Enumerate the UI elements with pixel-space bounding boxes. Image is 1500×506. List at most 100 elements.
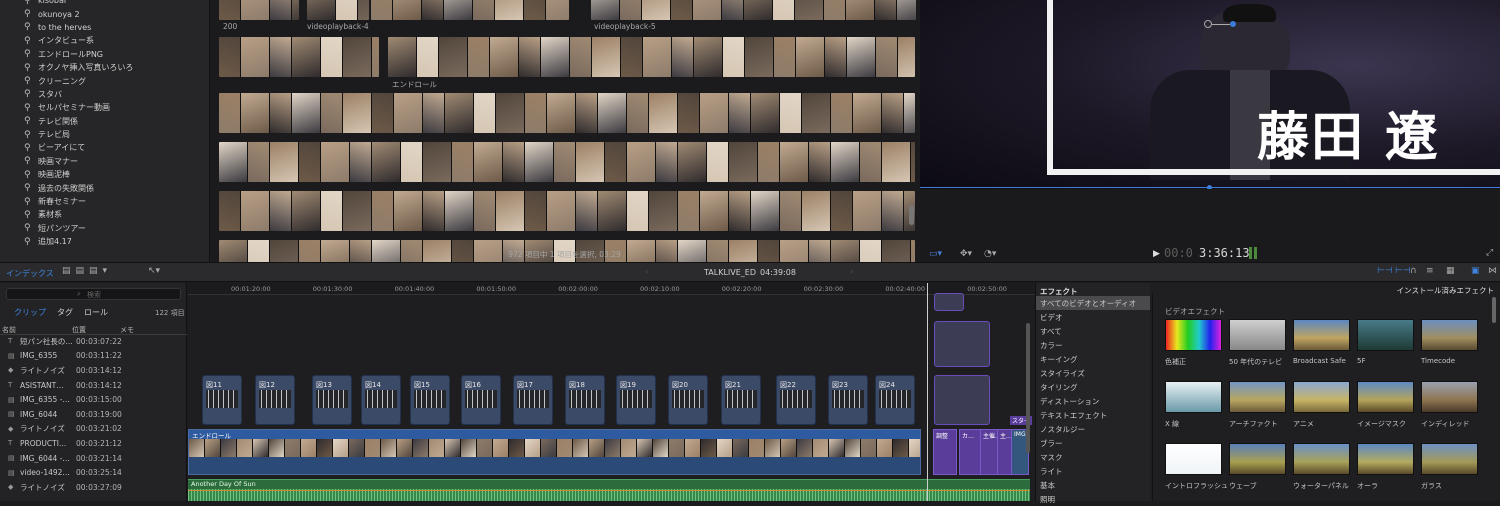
tab-clips[interactable]: クリップ	[14, 307, 46, 318]
index-row[interactable]: ◆ ライトノイズ 00:03:14:12	[0, 363, 187, 378]
stacked-clip[interactable]	[934, 375, 990, 425]
index-search-input[interactable]: ⌕ 検索	[6, 288, 181, 300]
speed-icon[interactable]: ◔▾	[984, 249, 996, 259]
clip-appearance-icons[interactable]: ▤▤▤▾	[62, 266, 112, 276]
title-clip[interactable]: 調整	[933, 429, 957, 475]
connected-clip[interactable]: 図17	[513, 375, 553, 425]
effect-tile[interactable]: イントロフラッシュ	[1165, 443, 1228, 491]
history-forward-icon[interactable]: ›	[850, 267, 853, 276]
effect-tile[interactable]: オーラ	[1357, 443, 1414, 491]
library-event-item[interactable]: ⚲ 映画泥棒	[0, 168, 209, 181]
filmstrip[interactable]	[219, 0, 299, 20]
storyline-clip[interactable]: エンドロール	[188, 429, 921, 475]
timeline-scrollbar[interactable]	[1026, 323, 1030, 453]
library-event-item[interactable]: ⚲ 映画マナー	[0, 155, 209, 168]
library-event-item[interactable]: ⚲ スタバ	[0, 88, 209, 101]
select-tool-icon[interactable]: ↖▾	[148, 266, 160, 276]
skimming-icon[interactable]: ⊢⊣	[1377, 266, 1393, 276]
library-event-item[interactable]: ⚲ テレビ関係	[0, 115, 209, 128]
library-event-item[interactable]: ⚲ 追加4.17	[0, 235, 209, 248]
effect-category[interactable]: カラー	[1036, 338, 1150, 352]
effect-category[interactable]: テキストエフェクト	[1036, 408, 1150, 422]
library-event-item[interactable]: ⚲ okunoya 2	[0, 7, 209, 20]
play-icon[interactable]: ▶	[1153, 249, 1160, 259]
effect-category[interactable]: タイリング	[1036, 380, 1150, 394]
connected-clip[interactable]: 図22	[776, 375, 816, 425]
connected-clip[interactable]: 図20	[668, 375, 708, 425]
effect-tile[interactable]: ウォーターパネル	[1293, 443, 1350, 491]
effect-tile[interactable]: 色補正	[1165, 319, 1222, 367]
library-event-item[interactable]: ⚲ 新春セミナー	[0, 195, 209, 208]
transform-anchor[interactable]	[1230, 21, 1236, 27]
index-row[interactable]: ◆ ライトノイズ 00:03:27:09	[0, 480, 187, 495]
connected-clip[interactable]: 図24	[875, 375, 915, 425]
library-event-item[interactable]: ⚲ 短パンツアー	[0, 222, 209, 235]
index-row[interactable]: ◆ ライトノイズ 00:03:21:02	[0, 422, 187, 437]
effect-category[interactable]: キーイング	[1036, 352, 1150, 366]
connected-clip[interactable]: 図18	[565, 375, 605, 425]
history-back-icon[interactable]: ‹	[645, 267, 648, 276]
effect-category[interactable]: 基本	[1036, 478, 1150, 492]
library-event-item[interactable]: ⚲ エンドロールPNG	[0, 48, 209, 61]
connected-clip[interactable]: 図14	[361, 375, 401, 425]
index-row[interactable]: ▤ IMG_6355 -… 00:03:15:00	[0, 392, 187, 407]
filmstrip[interactable]	[219, 191, 915, 231]
effect-category[interactable]: ライト	[1036, 464, 1150, 478]
connected-clip[interactable]: 図21	[721, 375, 761, 425]
filmstrip[interactable]	[371, 0, 569, 20]
snapping-icon[interactable]: ≡	[1426, 266, 1434, 276]
effect-tile[interactable]: Broadcast Safe	[1293, 319, 1350, 365]
effect-tile[interactable]: 50 年代のテレビ	[1229, 319, 1286, 367]
filmstrip[interactable]	[219, 93, 915, 133]
effect-tile[interactable]: 5F	[1357, 319, 1414, 365]
stacked-clip[interactable]	[934, 293, 964, 311]
effect-tile[interactable]: アーチファクト	[1229, 381, 1286, 429]
effect-category[interactable]: ブラー	[1036, 436, 1150, 450]
transform-tool-icon[interactable]: ✥▾	[960, 249, 972, 259]
effect-category[interactable]: マスク	[1036, 450, 1150, 464]
filmstrip[interactable]	[219, 37, 379, 77]
effect-tile[interactable]: X 線	[1165, 381, 1222, 429]
clip-appearance-icon[interactable]: ▦	[1446, 266, 1455, 276]
transitions-icon[interactable]: ⋈	[1488, 266, 1497, 276]
effects-browser-icon[interactable]: ▣	[1471, 266, 1480, 276]
index-row[interactable]: T ASISTANT… 00:03:14:12	[0, 378, 187, 393]
connected-clip[interactable]: 図13	[312, 375, 352, 425]
index-row[interactable]: T PRODUCTI… 00:03:21:12	[0, 436, 187, 451]
index-row[interactable]: ▤ IMG_6044 00:03:19:00	[0, 407, 187, 422]
stacked-clip[interactable]	[934, 321, 990, 367]
fullscreen-icon[interactable]: ⤢	[1486, 248, 1493, 258]
music-clip[interactable]: Another Day Of Sun	[188, 479, 1030, 501]
playhead[interactable]	[927, 283, 928, 501]
connected-clip[interactable]: 図15	[410, 375, 450, 425]
tab-tags[interactable]: タグ	[57, 307, 73, 318]
volume-line[interactable]	[188, 490, 1030, 491]
effect-tile[interactable]: ガラス	[1421, 443, 1478, 491]
connected-clip[interactable]: 図11	[202, 375, 242, 425]
library-event-item[interactable]: ⚲ インタビュー系	[0, 34, 209, 47]
effect-category[interactable]: スタイライズ	[1036, 366, 1150, 380]
effect-category[interactable]: ノスタルジー	[1036, 422, 1150, 436]
library-event-item[interactable]: ⚲ kisobar	[0, 0, 209, 7]
filmstrip[interactable]	[307, 0, 369, 20]
library-event-item[interactable]: ⚲ ビーアイにて	[0, 141, 209, 154]
effect-category[interactable]: すべてのビデオとオーディオ	[1036, 296, 1150, 310]
connected-clip[interactable]: 図23	[828, 375, 868, 425]
index-row[interactable]: ▤ IMG_6044 -… 00:03:21:14	[0, 451, 187, 466]
effect-tile[interactable]: ウェーブ	[1229, 443, 1286, 491]
effect-tile[interactable]: インディレッド	[1421, 381, 1478, 429]
view-options-icon[interactable]: ▭▾	[929, 249, 942, 259]
transform-handle[interactable]	[1204, 20, 1212, 28]
effect-tile[interactable]: アニメ	[1293, 381, 1350, 429]
audio-skimming-icon[interactable]: ⊢⊣	[1395, 266, 1411, 276]
filmstrip[interactable]	[591, 0, 916, 20]
index-row[interactable]: T 短パン社長の… 00:03:07:22	[0, 334, 187, 349]
index-button[interactable]: インデックス	[6, 268, 54, 279]
library-event-item[interactable]: ⚲ テレビ局	[0, 128, 209, 141]
index-row[interactable]: ▤ IMG_6355 00:03:11:22	[0, 349, 187, 364]
filmstrip[interactable]	[219, 142, 915, 182]
headphones-icon[interactable]: ∩	[1410, 266, 1417, 276]
effect-tile[interactable]: Timecode	[1421, 319, 1478, 365]
connected-clip[interactable]: 図12	[255, 375, 295, 425]
effect-category[interactable]: すべて	[1036, 324, 1150, 338]
